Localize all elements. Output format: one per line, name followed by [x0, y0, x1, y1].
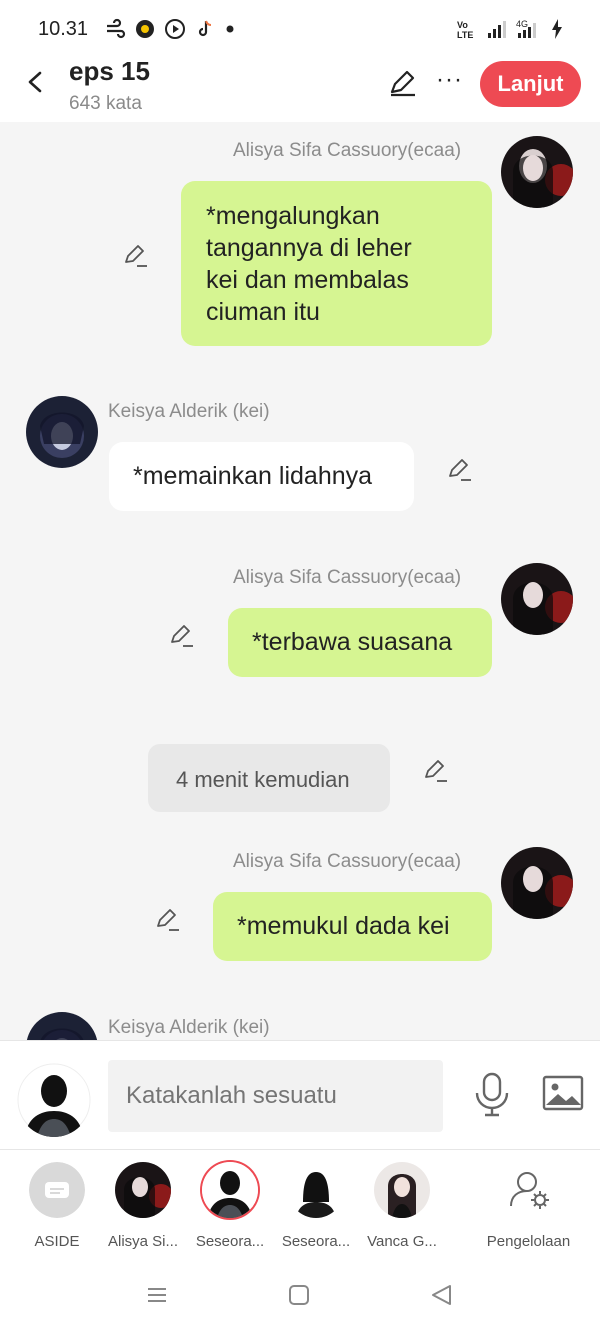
svg-text:Vo: Vo: [457, 20, 468, 30]
character-label: Seseora...: [281, 1233, 351, 1250]
message-bubble[interactable]: *memukul dada kei: [213, 892, 492, 961]
speaker-name: Alisya Sifa Cassuory(ecaa): [233, 851, 462, 872]
character-seseorang-selected[interactable]: Seseora...: [190, 1162, 270, 1250]
chat-area[interactable]: Alisya Sifa Cassuory(ecaa) *mengalungkan…: [0, 122, 600, 1040]
message-input[interactable]: [108, 1060, 443, 1132]
volte-icon: VoLTE: [457, 20, 473, 40]
system-navigation-bar: [0, 1260, 600, 1333]
message-line: *mengalungkan: [206, 202, 380, 230]
system-icons: Vo LTE 4G: [456, 18, 564, 40]
back-arrow-icon[interactable]: [22, 68, 50, 96]
avatar-alisya[interactable]: [501, 563, 573, 635]
image-upload-icon[interactable]: [542, 1075, 584, 1111]
word-count: 643 kata: [69, 93, 142, 114]
character-label: Seseora...: [195, 1233, 265, 1250]
home-icon[interactable]: [288, 1284, 310, 1306]
speaker-name: Alisya Sifa Cassuory(ecaa): [233, 567, 462, 588]
edit-message-icon[interactable]: [423, 757, 449, 783]
edit-pencil-icon[interactable]: [388, 68, 418, 98]
notification-icons: [104, 18, 236, 40]
avatar-keisya[interactable]: [26, 396, 98, 468]
charging-icon: [552, 19, 562, 39]
message-bubble[interactable]: *memainkan lidahnya: [109, 442, 414, 511]
edit-message-icon[interactable]: [447, 456, 473, 482]
music-app-icon: [136, 20, 154, 38]
character-seseorang-2[interactable]: Seseora...: [276, 1162, 356, 1250]
edit-message-icon[interactable]: [155, 906, 181, 932]
recent-apps-icon[interactable]: [146, 1284, 168, 1306]
aside-icon: [29, 1162, 85, 1218]
character-alisya[interactable]: Alisya Si...: [103, 1162, 183, 1250]
character-avatar: [288, 1162, 344, 1218]
system-back-icon[interactable]: [430, 1283, 454, 1307]
episode-title: eps 15: [69, 56, 150, 86]
manage-characters-button[interactable]: Pengelolaan: [480, 1162, 577, 1250]
character-label: Alisya Si...: [107, 1233, 179, 1250]
avatar-alisya[interactable]: [501, 136, 573, 208]
user-settings-icon: [501, 1162, 557, 1218]
edit-message-icon[interactable]: [169, 622, 195, 648]
signal-icon: [488, 21, 506, 38]
svg-text:4G: 4G: [516, 19, 528, 29]
current-speaker-avatar[interactable]: [17, 1063, 91, 1137]
avatar-alisya[interactable]: [501, 847, 573, 919]
character-selector: ASIDE Alisya Si... Seseora... Seseora...…: [0, 1150, 600, 1260]
character-avatar: [115, 1162, 171, 1218]
tiktok-icon: [198, 20, 212, 37]
play-circle-icon: [165, 19, 185, 39]
top-app-bar: eps 15 643 kata ··· Lanjut: [0, 56, 600, 122]
more-options-button[interactable]: ···: [436, 66, 463, 94]
microphone-icon[interactable]: [472, 1071, 512, 1117]
signal-4g-icon: 4G: [516, 19, 536, 38]
svg-text:LTE: LTE: [457, 30, 473, 40]
character-avatar: [202, 1162, 258, 1218]
speaker-name: Keisya Alderik (kei): [108, 401, 270, 422]
character-aside[interactable]: ASIDE: [17, 1162, 97, 1250]
message-line: tangannya di leher: [206, 234, 412, 262]
next-button[interactable]: Lanjut: [480, 61, 581, 107]
message-bubble[interactable]: *terbawa suasana: [228, 608, 492, 677]
character-avatar: [374, 1162, 430, 1218]
character-label: ASIDE: [34, 1233, 80, 1250]
character-label: Pengelolaan: [486, 1233, 571, 1250]
message-line: kei dan membalas: [206, 266, 409, 294]
status-time: 10.31: [38, 18, 89, 40]
edit-message-icon[interactable]: [123, 242, 149, 268]
speaker-name: Keisya Alderik (kei): [108, 1017, 270, 1038]
message-line: ciuman itu: [206, 298, 320, 326]
wind-icon: [107, 18, 126, 39]
status-bar: 10.31 Vo LTE 4G: [0, 0, 600, 56]
message-input-bar: [0, 1040, 600, 1150]
speaker-name: Alisya Sifa Cassuory(ecaa): [233, 140, 462, 161]
avatar-keisya[interactable]: [26, 1012, 98, 1040]
character-vanca[interactable]: Vanca G...: [362, 1162, 442, 1250]
message-bubble[interactable]: *mengalungkan tangannya di leher kei dan…: [181, 181, 492, 346]
dot-icon: [226, 25, 234, 33]
narration-bubble[interactable]: 4 menit kemudian: [148, 744, 390, 812]
character-label: Vanca G...: [367, 1233, 437, 1250]
